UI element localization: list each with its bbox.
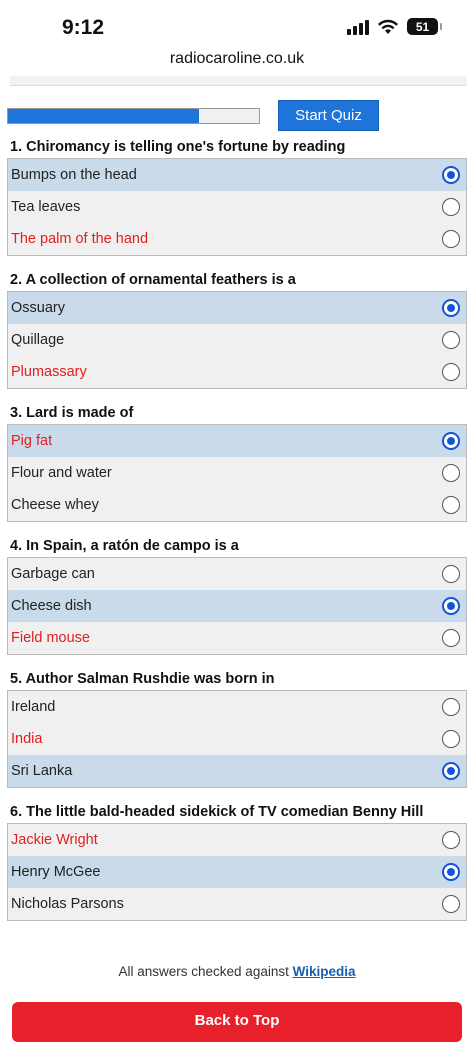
answer-label: Bumps on the head [11,167,137,183]
cellular-signal-icon [347,19,369,35]
answer-option[interactable]: Cheese whey [8,489,466,521]
quiz-question: 4. In Spain, a ratón de campo is a Garbag… [0,534,474,655]
question-title: 6. The little bald-headed sidekick of TV… [10,804,424,820]
answer-label: Cheese dish [11,598,92,614]
address-bar[interactable]: radiocaroline.co.uk [0,50,474,74]
answer-label: India [11,731,43,747]
radio-empty-icon[interactable] [442,230,460,248]
answer-label: Jackie Wright [11,832,98,848]
answer-options: Jackie Wright Henry McGee Nicholas Parsons [7,823,467,921]
back-to-top-button[interactable]: Back to Top [12,1002,462,1042]
radio-empty-icon[interactable] [442,730,460,748]
status-bar: 9:12 51 [0,0,474,50]
answer-label: Pig fat [11,433,53,449]
answer-label: Garbage can [11,566,95,582]
answer-option[interactable]: Ossuary [8,292,466,324]
quiz-progress-bar [7,108,260,124]
status-time: 9:12 [62,16,105,39]
answer-option[interactable]: Quillage [8,324,466,356]
answer-options: Bumps on the head Tea leaves The palm of t… [7,158,467,256]
answer-label: Ossuary [11,300,65,316]
answer-option[interactable]: India [8,723,466,755]
answer-options: Ossuary Quillage Plumassary [7,291,467,389]
answer-label: Quillage [11,332,65,348]
answer-option[interactable]: Bumps on the head [8,159,466,191]
quiz-question: 2. A collection of ornamental feathers i… [0,268,474,389]
status-icons: 51 [347,18,442,35]
radio-empty-icon[interactable] [442,629,460,647]
battery-icon: 51 [407,18,442,35]
question-title: 2. A collection of ornamental feathers i… [10,272,296,288]
radio-selected-icon[interactable] [442,597,460,615]
answer-option[interactable]: Garbage can [8,558,466,590]
answer-option[interactable]: Sri Lanka [8,755,466,787]
question-title: 4. In Spain, a ratón de campo is a [10,538,239,554]
radio-selected-icon[interactable] [442,299,460,317]
start-quiz-button[interactable]: Start Quiz [278,100,379,131]
radio-selected-icon[interactable] [442,432,460,450]
wikipedia-link[interactable]: Wikipedia [293,964,356,979]
answer-label: Nicholas Parsons [11,896,124,912]
answer-option[interactable]: Jackie Wright [8,824,466,856]
radio-empty-icon[interactable] [442,565,460,583]
answer-label: Field mouse [11,630,90,646]
radio-empty-icon[interactable] [442,363,460,381]
page-top-strip [10,76,467,86]
radio-empty-icon[interactable] [442,496,460,514]
answer-option[interactable]: Nicholas Parsons [8,888,466,920]
answer-options: Garbage can Cheese dish Field mouse [7,557,467,655]
radio-selected-icon[interactable] [442,166,460,184]
answer-label: Henry McGee [11,864,101,880]
answer-option[interactable]: Tea leaves [8,191,466,223]
answer-label: Plumassary [11,364,87,380]
radio-empty-icon[interactable] [442,831,460,849]
answer-option[interactable]: Flour and water [8,457,466,489]
radio-empty-icon[interactable] [442,698,460,716]
quiz-question: 1. Chiromancy is telling one's fortune b… [0,135,474,256]
question-title: 1. Chiromancy is telling one's fortune b… [10,139,346,155]
radio-empty-icon[interactable] [442,895,460,913]
quiz-question: 3. Lard is made of Pig fat Flour and water… [0,401,474,522]
radio-selected-icon[interactable] [442,762,460,780]
answer-options: Ireland India Sri Lanka [7,690,467,788]
answer-label: Tea leaves [11,199,81,215]
answer-label: Ireland [11,699,56,715]
answer-label: Flour and water [11,465,112,481]
question-title: 5. Author Salman Rushdie was born in [10,671,275,687]
radio-empty-icon[interactable] [442,198,460,216]
quiz-questions: 1. Chiromancy is telling one's fortune b… [0,135,474,933]
quiz-question: 5. Author Salman Rushdie was born in Irel… [0,667,474,788]
answer-option[interactable]: Pig fat [8,425,466,457]
wifi-icon [378,19,398,34]
answer-options: Pig fat Flour and water Cheese whey [7,424,467,522]
quiz-question: 6. The little bald-headed sidekick of TV… [0,800,474,921]
answer-option[interactable]: The palm of the hand [8,223,466,255]
answer-option[interactable]: Henry McGee [8,856,466,888]
radio-selected-icon[interactable] [442,863,460,881]
answer-option[interactable]: Ireland [8,691,466,723]
answer-label: Sri Lanka [11,763,73,779]
radio-empty-icon[interactable] [442,331,460,349]
question-title: 3. Lard is made of [10,405,134,421]
radio-empty-icon[interactable] [442,464,460,482]
answer-option[interactable]: Cheese dish [8,590,466,622]
footer-note: All answers checked against Wikipedia [0,964,474,979]
answer-option[interactable]: Field mouse [8,622,466,654]
quiz-progress-fill [8,109,199,123]
answer-label: Cheese whey [11,497,99,513]
answer-option[interactable]: Plumassary [8,356,466,388]
footer-note-text: All answers checked against [118,964,293,979]
answer-label: The palm of the hand [11,231,149,247]
